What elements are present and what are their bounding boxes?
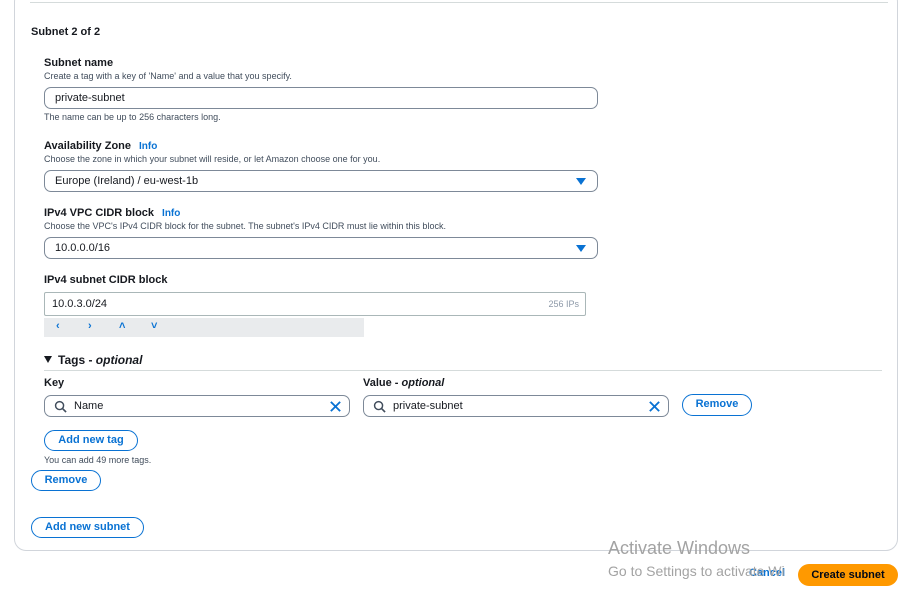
tag-value-label-optional: optional bbox=[401, 377, 445, 389]
tags-hint: You can add 49 more tags. bbox=[44, 455, 152, 465]
tag-key-label: Key bbox=[44, 377, 65, 389]
tag-value-value: private-subnet bbox=[393, 400, 463, 412]
vpc-cidr-info-link[interactable]: Info bbox=[162, 208, 180, 219]
remove-tag-button[interactable]: Remove bbox=[682, 394, 752, 416]
activate-windows-watermark-title: Activate Windows bbox=[608, 538, 751, 558]
activate-windows-watermark-text: Go to Settings to activate Wi bbox=[608, 563, 785, 579]
vpc-cidr-description: Choose the VPC's IPv4 CIDR block for the… bbox=[44, 221, 446, 231]
tags-heading: Tags - bbox=[58, 353, 96, 367]
vpc-cidr-select[interactable]: 10.0.0.0/16 bbox=[44, 237, 598, 259]
subnet-name-input[interactable]: private-subnet bbox=[44, 87, 598, 109]
clear-icon[interactable] bbox=[329, 400, 342, 413]
remove-subnet-button[interactable]: Remove bbox=[31, 470, 101, 491]
subnet-cidr-value: 10.0.3.0/24 bbox=[52, 298, 108, 310]
tags-section-toggle[interactable]: Tags - optional bbox=[44, 353, 142, 367]
tag-value-label-text: Value - bbox=[363, 377, 402, 389]
tags-divider bbox=[44, 370, 882, 371]
availability-zone-label-text: Availability Zone bbox=[44, 140, 132, 152]
top-divider bbox=[30, 2, 888, 3]
availability-zone-value: Europe (Ireland) / eu-west-1b bbox=[55, 175, 199, 187]
subnet-cidr-ip-count: 256 IPs bbox=[548, 299, 579, 309]
clear-icon[interactable] bbox=[648, 400, 661, 413]
vpc-cidr-label-text: IPv4 VPC CIDR block bbox=[44, 207, 155, 219]
subnet-cidr-label: IPv4 subnet CIDR block bbox=[44, 274, 168, 286]
chevron-right-icon[interactable]: › bbox=[88, 320, 92, 332]
caret-expanded-icon bbox=[44, 356, 52, 363]
add-new-tag-button[interactable]: Add new tag bbox=[44, 430, 138, 451]
caret-down-icon bbox=[576, 178, 586, 185]
subnet-cidr-input[interactable]: 10.0.3.0/24 256 IPs bbox=[44, 292, 586, 316]
chevron-up-icon[interactable]: ˄ bbox=[119, 320, 125, 332]
tags-heading-optional: optional bbox=[95, 353, 143, 367]
tag-key-value: Name bbox=[74, 400, 104, 412]
search-icon bbox=[54, 400, 67, 413]
subnet-name-value: private-subnet bbox=[55, 92, 125, 104]
search-icon bbox=[373, 400, 386, 413]
vpc-cidr-value: 10.0.0.0/16 bbox=[55, 242, 111, 254]
cidr-stepper: ‹ › ˄ ˅ bbox=[44, 318, 364, 337]
chevron-down-icon[interactable]: ˅ bbox=[151, 320, 157, 332]
chevron-left-icon[interactable]: ‹ bbox=[56, 320, 60, 332]
tag-value-label: Value - optional bbox=[363, 377, 444, 389]
create-subnet-button[interactable]: Create subnet bbox=[798, 564, 898, 586]
availability-zone-select[interactable]: Europe (Ireland) / eu-west-1b bbox=[44, 170, 598, 192]
vpc-cidr-label: IPv4 VPC CIDR block Info bbox=[44, 207, 180, 219]
availability-zone-label: Availability Zone Info bbox=[44, 140, 157, 152]
subnet-heading: Subnet 2 of 2 bbox=[31, 26, 101, 38]
add-new-subnet-button[interactable]: Add new subnet bbox=[31, 517, 144, 538]
subnet-name-hint: The name can be up to 256 characters lon… bbox=[44, 112, 221, 122]
subnet-name-label: Subnet name bbox=[44, 57, 114, 69]
subnet-name-description: Create a tag with a key of 'Name' and a … bbox=[44, 71, 292, 81]
tag-value-input[interactable]: private-subnet bbox=[363, 395, 669, 417]
availability-zone-description: Choose the zone in which your subnet wil… bbox=[44, 154, 381, 164]
availability-zone-info-link[interactable]: Info bbox=[139, 141, 157, 152]
tag-key-input[interactable]: Name bbox=[44, 395, 350, 417]
caret-down-icon bbox=[576, 245, 586, 252]
